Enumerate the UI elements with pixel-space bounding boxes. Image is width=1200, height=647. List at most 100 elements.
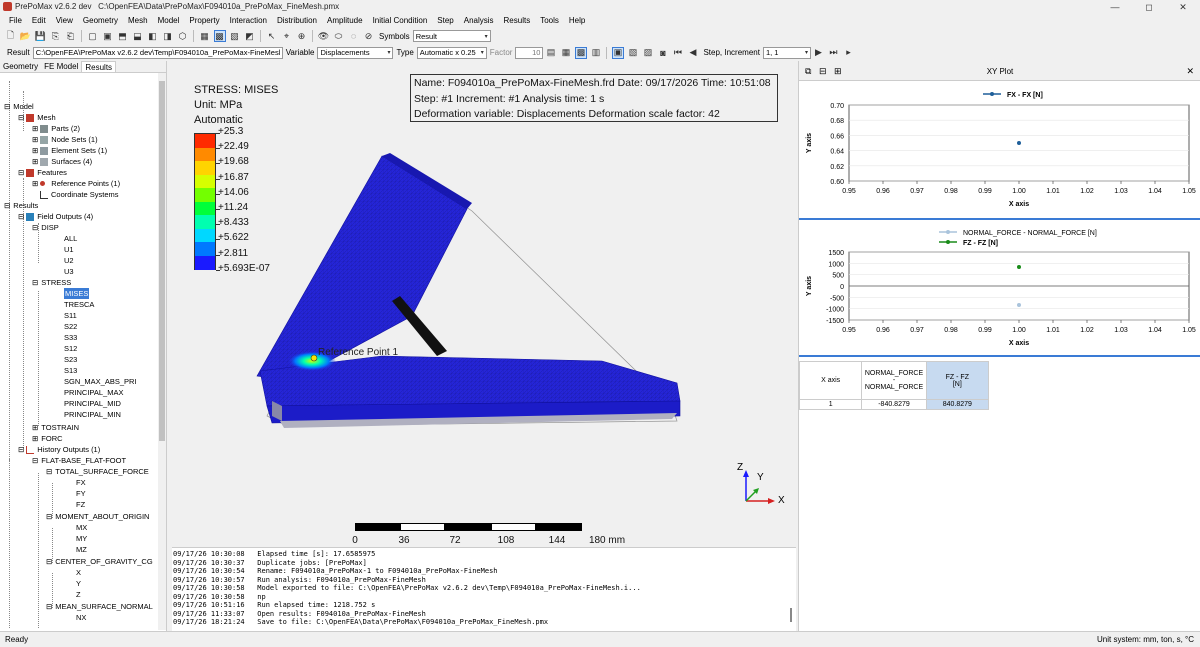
tree-item-total-surface-force[interactable]: ⊟ TOTAL_SURFACE_FORCE	[46, 466, 149, 477]
menu-edit[interactable]: Edit	[27, 14, 51, 28]
table-cell[interactable]: 840.8279	[925, 399, 990, 410]
tree-item-mesh[interactable]: ⊟ Mesh	[18, 112, 56, 123]
tree-item-reference-points[interactable]: ⊞ Reference Points (1)	[32, 178, 120, 189]
column-header-fz[interactable]: FZ - FZ [N]	[925, 361, 990, 400]
open-file-icon[interactable]: 📂	[20, 30, 32, 42]
menu-results[interactable]: Results	[499, 14, 536, 28]
tree-item-s33[interactable]: S33	[64, 332, 77, 343]
zoom-icon[interactable]: ⊕	[296, 30, 308, 42]
tree-item-fz[interactable]: FZ	[76, 499, 85, 510]
undeformed-icon[interactable]: ▤	[545, 47, 557, 59]
tree-item-cog-x[interactable]: X	[76, 567, 81, 578]
result-info-icon[interactable]: ▨	[642, 47, 654, 59]
tree-item-field-outputs[interactable]: ⊟ Field Outputs (4)	[18, 211, 93, 222]
last-increment-icon[interactable]: ⏭	[827, 47, 839, 59]
table-row[interactable]: 1 -840.8279 840.8279	[798, 399, 990, 410]
save-icon[interactable]: 💾	[35, 30, 47, 42]
shaded-edges-icon[interactable]: ▩	[213, 30, 226, 42]
pick-icon[interactable]: ↖	[266, 30, 278, 42]
menu-interaction[interactable]: Interaction	[225, 14, 272, 28]
type-dropdown[interactable]: Automatic x 0.25 ▾	[416, 46, 487, 59]
menu-tools[interactable]: Tools	[535, 14, 564, 28]
tree-item-s23[interactable]: S23	[64, 354, 77, 365]
color-contours-icon[interactable]: ▩	[574, 46, 587, 59]
tree-item-nx[interactable]: NX	[76, 612, 86, 623]
variable-dropdown[interactable]: Displacements ▾	[317, 46, 394, 59]
tree-item-element-sets[interactable]: ⊞ Element Sets (1)	[32, 145, 107, 156]
iso-view-icon[interactable]: ⬡	[177, 30, 189, 42]
undeformed-overlay-icon[interactable]: ▣	[611, 46, 624, 59]
tree-item-mean-surface-normal[interactable]: ⊟ MEAN_SURFACE_NORMAL	[46, 601, 153, 612]
tree-item-coordinate-systems[interactable]: Coordinate Systems	[32, 189, 119, 200]
minimize-button[interactable]: —	[1098, 0, 1132, 14]
maximize-button[interactable]: ◻	[1132, 0, 1166, 14]
previous-increment-icon[interactable]: ◀	[687, 47, 699, 59]
tree-item-mx[interactable]: MX	[76, 522, 87, 533]
animate-icon[interactable]: ◙	[657, 47, 669, 59]
tree-item-history-outputs[interactable]: ⊟ History Outputs (1)	[18, 444, 100, 455]
menu-model[interactable]: Model	[153, 14, 185, 28]
tree-item-my[interactable]: MY	[76, 533, 87, 544]
tree-item-principal-min[interactable]: PRINCIPAL_MIN	[64, 409, 121, 420]
tree-item-node-sets[interactable]: ⊞ Node Sets (1)	[32, 134, 98, 145]
front-view-icon[interactable]: ▢	[87, 30, 99, 42]
tree-item-principal-mid[interactable]: PRINCIPAL_MID	[64, 398, 121, 409]
tree-item-fy[interactable]: FY	[76, 488, 86, 499]
tree-item-cog-z[interactable]: Z	[76, 589, 81, 600]
graphics-viewport[interactable]: Reference Point 1 STRESS: MISES Unit: MP…	[172, 61, 796, 547]
tree-item-principal-max[interactable]: PRINCIPAL_MAX	[64, 387, 123, 398]
tab-results[interactable]: Results	[81, 61, 117, 72]
first-increment-icon[interactable]: ⏮	[672, 47, 684, 59]
transparent-icon[interactable]: ◌	[348, 30, 360, 42]
tree-item-s11[interactable]: S11	[64, 310, 77, 321]
next-increment-icon[interactable]: ▶	[812, 47, 824, 59]
column-header-x-axis[interactable]: X axis	[798, 361, 863, 400]
tree-item-s13[interactable]: S13	[64, 365, 77, 376]
export-icon[interactable]: ⎗	[65, 30, 77, 42]
tree-item-s22[interactable]: S22	[64, 321, 77, 332]
menu-view[interactable]: View	[51, 14, 78, 28]
tree-item-tresca[interactable]: TRESCA	[64, 299, 94, 310]
hide-icon[interactable]: ⬭	[333, 30, 345, 42]
xy-plot-close-icon[interactable]: ✕	[1186, 66, 1194, 77]
tree-item-mz[interactable]: MZ	[76, 544, 87, 555]
plot-fz[interactable]: 1500 1000 500 0 -500 -1000 -1500 0.95 0.96 0.97 0.…	[799, 221, 1200, 356]
tree-item-flat-base[interactable]: ⊟ FLAT-BASE_FLAT-FOOT	[32, 455, 126, 466]
hide-all-icon[interactable]: ⊘	[363, 30, 375, 42]
tree-item-u3[interactable]: U3	[64, 266, 74, 277]
tree-scrollbar[interactable]	[158, 73, 166, 630]
undeformed-wire-icon[interactable]: ▧	[627, 47, 639, 59]
menu-amplitude[interactable]: Amplitude	[322, 14, 368, 28]
deformed-icon[interactable]: ▦	[560, 47, 572, 59]
color-contours-off-icon[interactable]: ▥	[590, 47, 602, 59]
tree-item-tostrain[interactable]: ⊞ TOSTRAIN	[32, 422, 79, 433]
tree-item-center-of-gravity[interactable]: ⊟ CENTER_OF_GRAVITY_CG	[46, 556, 153, 567]
tree-item-surfaces[interactable]: ⊞ Surfaces (4)	[32, 156, 92, 167]
right-view-icon[interactable]: ◨	[162, 30, 174, 42]
show-icon[interactable]: 👁	[318, 30, 330, 42]
tree-item-model[interactable]: ⊟ Model	[4, 101, 34, 112]
tab-geometry[interactable]: Geometry	[0, 61, 41, 72]
tree-item-parts[interactable]: ⊞ Parts (2)	[32, 123, 80, 134]
menu-distribution[interactable]: Distribution	[272, 14, 322, 28]
tree-item-s12[interactable]: S12	[64, 343, 77, 354]
plot-fx[interactable]: 0.70 0.68 0.66 0.64 0.62 0.60 0.95 0.96 0.97 0.98…	[799, 81, 1200, 216]
tree-item-sgn-max-abs-pri[interactable]: SGN_MAX_ABS_PRI	[64, 376, 137, 387]
menu-step[interactable]: Step	[432, 14, 458, 28]
top-view-icon[interactable]: ⬒	[117, 30, 129, 42]
menu-geometry[interactable]: Geometry	[78, 14, 123, 28]
tree-item-u2[interactable]: U2	[64, 255, 74, 266]
tree-item-fx[interactable]: FX	[76, 477, 86, 488]
menu-help[interactable]: Help	[564, 14, 590, 28]
menu-property[interactable]: Property	[184, 14, 224, 28]
wireframe-icon[interactable]: ▧	[229, 30, 241, 42]
tree-item-results[interactable]: ⊟ Results	[4, 200, 38, 211]
symbols-dropdown[interactable]: Result ▾	[412, 30, 491, 42]
new-file-icon[interactable]: 🗋	[5, 30, 17, 42]
shaded-view-icon[interactable]: ▦	[199, 30, 211, 42]
query-icon[interactable]: ⌖	[281, 30, 293, 42]
tree-item-moment-about-origin[interactable]: ⊟ MOMENT_ABOUT_ORIGIN	[46, 511, 149, 522]
tree-item-features[interactable]: ⊟ Features	[18, 167, 67, 178]
output-console[interactable]: 09/17/26 10:30:08 Elapsed time [s]: 17.6…	[172, 547, 796, 631]
tree-item-cog-y[interactable]: Y	[76, 578, 81, 589]
